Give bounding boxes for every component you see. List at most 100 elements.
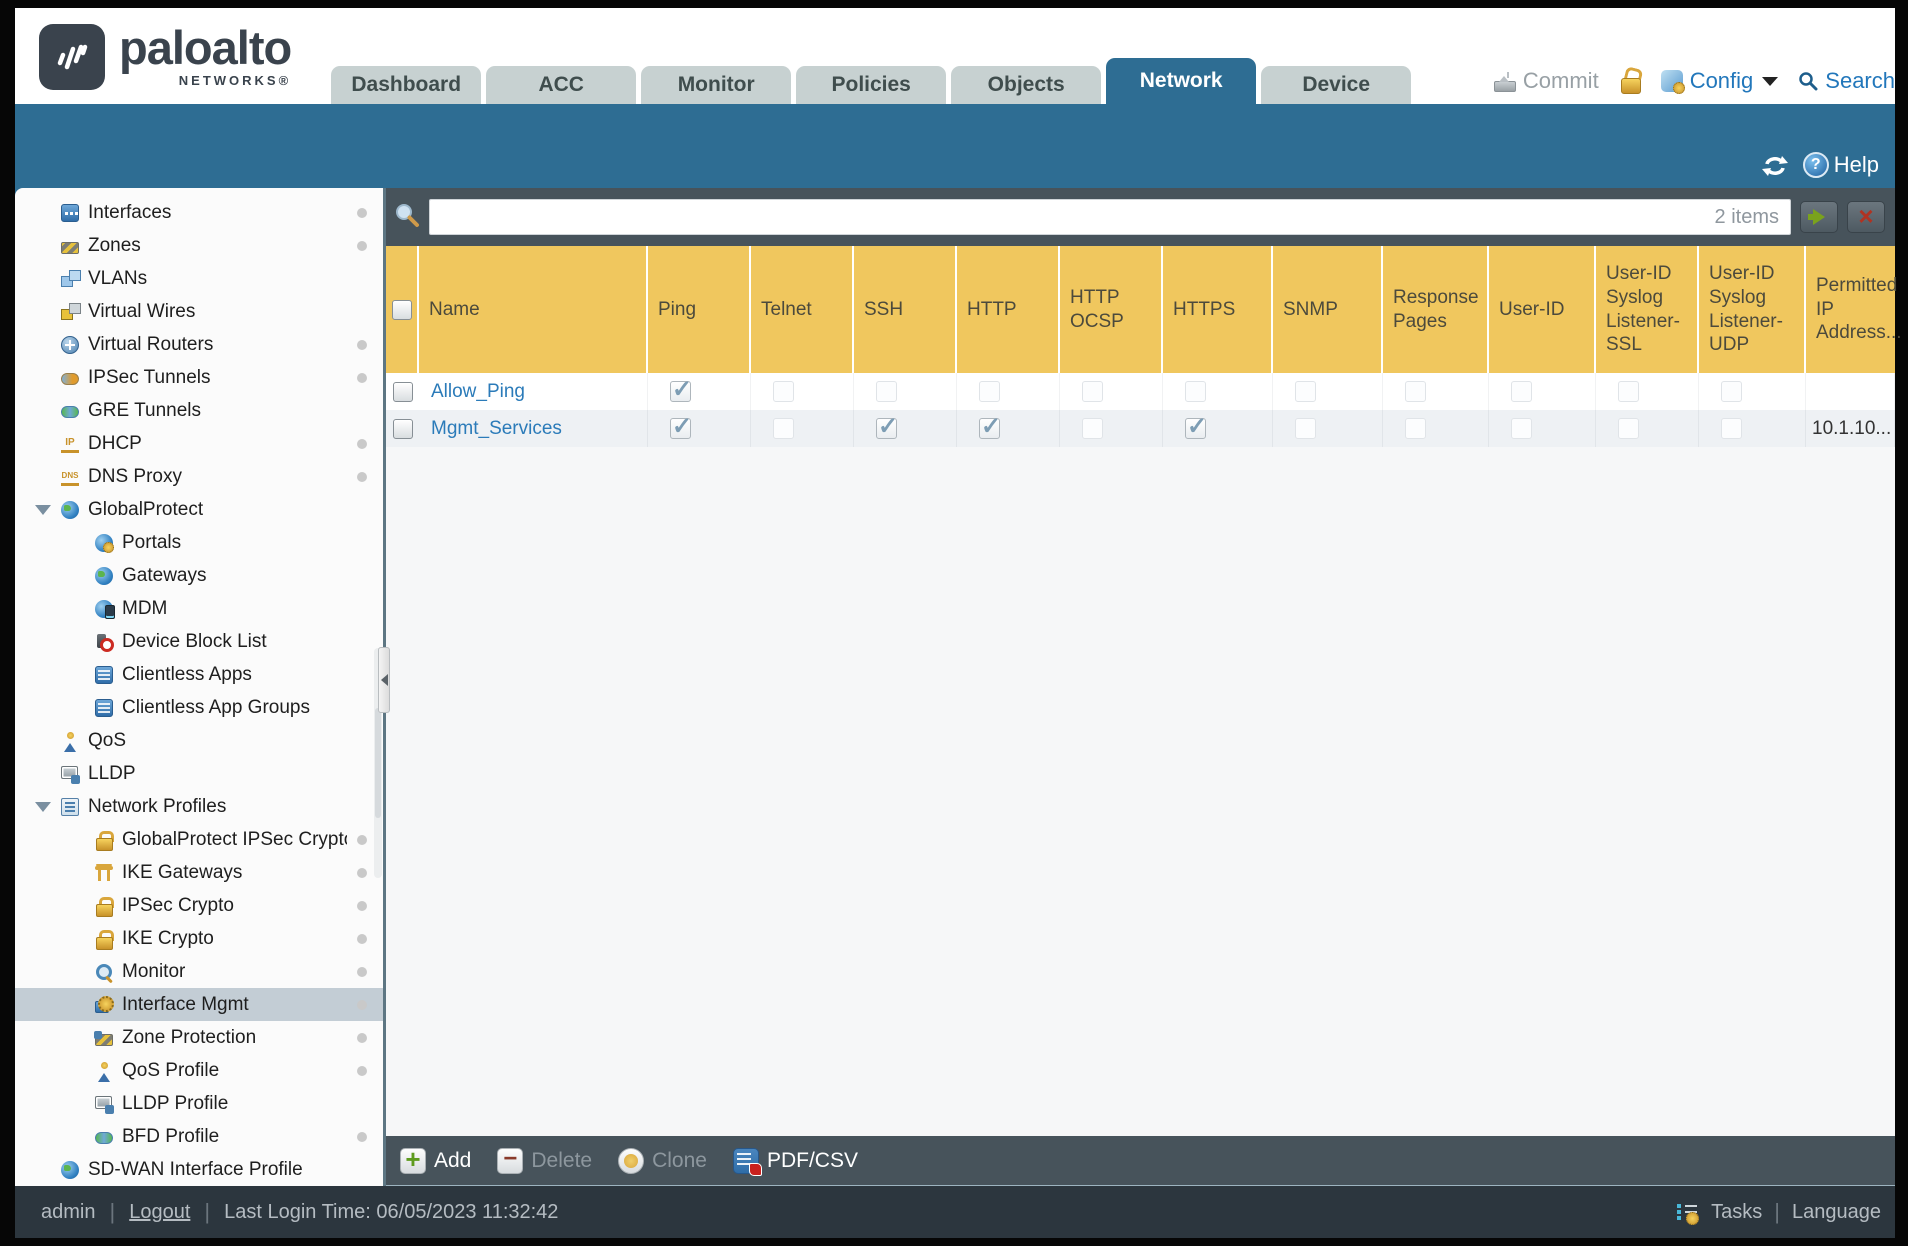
brand-subtitle: NETWORKS®	[178, 72, 292, 88]
commit-button[interactable]: Commit	[1492, 68, 1599, 94]
brand-wordmark: paloalto NETWORKS®	[119, 24, 292, 88]
col-telnet[interactable]: Telnet	[751, 246, 854, 373]
tab-device[interactable]: Device	[1261, 66, 1412, 104]
sidebar-item-label: LLDP	[88, 762, 136, 784]
sidebar-item-globalprotect-ipsec-crypto[interactable]: GlobalProtect IPSec Crypto	[15, 823, 383, 856]
select-all-checkbox[interactable]	[391, 299, 412, 320]
sidebar-item-monitor[interactable]: Monitor	[15, 955, 383, 988]
blue-band: ? Help	[15, 104, 1895, 188]
sidebar-item-ipsec-tunnels[interactable]: IPSec Tunnels	[15, 361, 383, 394]
sidebar-item-sd-wan-interface-profile[interactable]: SD-WAN Interface Profile	[15, 1153, 383, 1186]
help-button[interactable]: ? Help	[1802, 152, 1879, 178]
row-select-cell	[386, 410, 419, 447]
tab-network[interactable]: Network	[1106, 58, 1257, 104]
checked-checkbox-icon: ✓	[1185, 413, 1207, 440]
splitter-handle[interactable]	[378, 647, 390, 714]
status-dot	[357, 439, 367, 449]
sidebar-item-virtual-routers[interactable]: Virtual Routers	[15, 328, 383, 361]
col-user-id-syslog-listener-udp[interactable]: User-ID Syslog Listener-UDP	[1699, 246, 1806, 373]
table-row[interactable]: Mgmt_Services ✓ ✓ ✓ ✓ 10.1.10...	[386, 410, 1895, 447]
unchecked-checkbox-icon	[1618, 418, 1639, 439]
pdf-csv-button[interactable]: PDF/CSV	[732, 1147, 858, 1176]
sidebar-item-device-block-list[interactable]: Device Block List	[15, 625, 383, 658]
search-button[interactable]: Search	[1798, 68, 1895, 94]
sidebar-item-interface-mgmt[interactable]: Interface Mgmt	[15, 988, 383, 1021]
logout-link[interactable]: Logout	[129, 1201, 190, 1224]
sidebar-item-zones[interactable]: Zones	[15, 229, 383, 262]
sidebar-item-ike-gateways[interactable]: IKE Gateways	[15, 856, 383, 889]
tab-acc[interactable]: ACC	[486, 66, 637, 104]
name-link[interactable]: Mgmt_Services	[431, 418, 562, 440]
refresh-button[interactable]	[1761, 154, 1789, 178]
sidebar-item-mdm[interactable]: MDM	[15, 592, 383, 625]
row-checkbox[interactable]	[392, 381, 413, 402]
col-user-id-syslog-listener-ssl[interactable]: User-ID Syslog Listener-SSL	[1596, 246, 1699, 373]
sidebar-item-label: Device Block List	[122, 630, 267, 652]
col-permitted-ip-address[interactable]: Permitted IP Address...	[1806, 246, 1902, 373]
checked-checkbox-icon: ✓	[979, 413, 1001, 440]
check-https	[1163, 373, 1273, 410]
sidebar-item-label: Zone Protection	[122, 1026, 257, 1048]
clone-button[interactable]: Clone	[618, 1147, 707, 1174]
sidebar-item-globalprotect[interactable]: GlobalProtect	[15, 493, 383, 526]
table-row[interactable]: Allow_Ping ✓	[386, 373, 1895, 410]
sidebar-item-qos-profile[interactable]: QoS Profile	[15, 1054, 383, 1087]
sidebar-item-gateways[interactable]: Gateways	[15, 559, 383, 592]
name-link[interactable]: Allow_Ping	[431, 381, 525, 403]
filter-input[interactable]	[429, 199, 1791, 235]
name-cell: Mgmt_Services	[419, 410, 648, 447]
col-response-pages[interactable]: Response Pages	[1383, 246, 1489, 373]
clear-filter-button[interactable]: ×	[1847, 201, 1885, 233]
col-http[interactable]: HTTP	[957, 246, 1060, 373]
tasks-icon	[1675, 1201, 1700, 1225]
config-menu[interactable]: Config	[1660, 68, 1779, 94]
sidebar-item-portals[interactable]: Portals	[15, 526, 383, 559]
col-ssh[interactable]: SSH	[854, 246, 957, 373]
add-button[interactable]: Add	[400, 1147, 472, 1174]
sidebar-item-dns-proxy[interactable]: DNS Proxy	[15, 460, 383, 493]
delete-button[interactable]: Delete	[497, 1147, 592, 1174]
tab-policies[interactable]: Policies	[796, 66, 947, 104]
toolbar-button-label: Add	[434, 1148, 472, 1172]
sidebar-item-lldp[interactable]: LLDP	[15, 757, 383, 790]
lock-icon[interactable]	[1619, 68, 1641, 94]
sidebar-item-dhcp[interactable]: DHCP	[15, 427, 383, 460]
sidebar-item-gre-tunnels[interactable]: GRE Tunnels	[15, 394, 383, 427]
sidebar-item-qos[interactable]: QoS	[15, 724, 383, 757]
col-https[interactable]: HTTPS	[1163, 246, 1273, 373]
sidebar-item-ipsec-crypto[interactable]: IPSec Crypto	[15, 889, 383, 922]
last-login-time: Last Login Time: 06/05/2023 11:32:42	[224, 1200, 559, 1223]
sidebar-item-virtual-wires[interactable]: Virtual Wires	[15, 295, 383, 328]
apply-filter-button[interactable]	[1800, 201, 1838, 233]
expander-icon[interactable]	[35, 505, 51, 515]
col-name[interactable]: Name	[419, 246, 648, 373]
toolbar-button-label: Clone	[652, 1148, 707, 1172]
sidebar-item-interfaces[interactable]: Interfaces	[15, 196, 383, 229]
tab-objects[interactable]: Objects	[951, 66, 1102, 104]
sidebar-splitter[interactable]	[378, 188, 390, 1186]
sidebar-item-clientless-app-groups[interactable]: Clientless App Groups	[15, 691, 383, 724]
gp-ipsec-crypto-icon	[95, 830, 114, 851]
tab-monitor[interactable]: Monitor	[641, 66, 792, 104]
sidebar-item-label: GlobalProtect IPSec Crypto	[122, 828, 347, 850]
col-user-id[interactable]: User-ID	[1489, 246, 1596, 373]
tab-dashboard[interactable]: Dashboard	[331, 66, 482, 104]
status-dot	[357, 934, 367, 944]
sidebar-item-ike-crypto[interactable]: IKE Crypto	[15, 922, 383, 955]
status-dot	[357, 967, 367, 977]
filter-bar: 2 items ×	[386, 188, 1895, 246]
col-snmp[interactable]: SNMP	[1273, 246, 1383, 373]
sidebar-item-network-profiles[interactable]: Network Profiles	[15, 790, 383, 823]
sidebar-item-lldp-profile[interactable]: LLDP Profile	[15, 1087, 383, 1120]
language-button[interactable]: Language	[1792, 1201, 1881, 1224]
sidebar-item-clientless-apps[interactable]: Clientless Apps	[15, 658, 383, 691]
col-ping[interactable]: Ping	[648, 246, 751, 373]
col-http-ocsp[interactable]: HTTP OCSP	[1060, 246, 1163, 373]
tasks-button[interactable]: Tasks	[1711, 1201, 1762, 1224]
expander-icon[interactable]	[35, 802, 51, 812]
row-checkbox[interactable]	[392, 418, 413, 439]
sidebar-item-bfd-profile[interactable]: BFD Profile	[15, 1120, 383, 1153]
sidebar-item-zone-protection[interactable]: Zone Protection	[15, 1021, 383, 1054]
unchecked-checkbox-icon	[1721, 418, 1742, 439]
sidebar-item-vlans[interactable]: VLANs	[15, 262, 383, 295]
